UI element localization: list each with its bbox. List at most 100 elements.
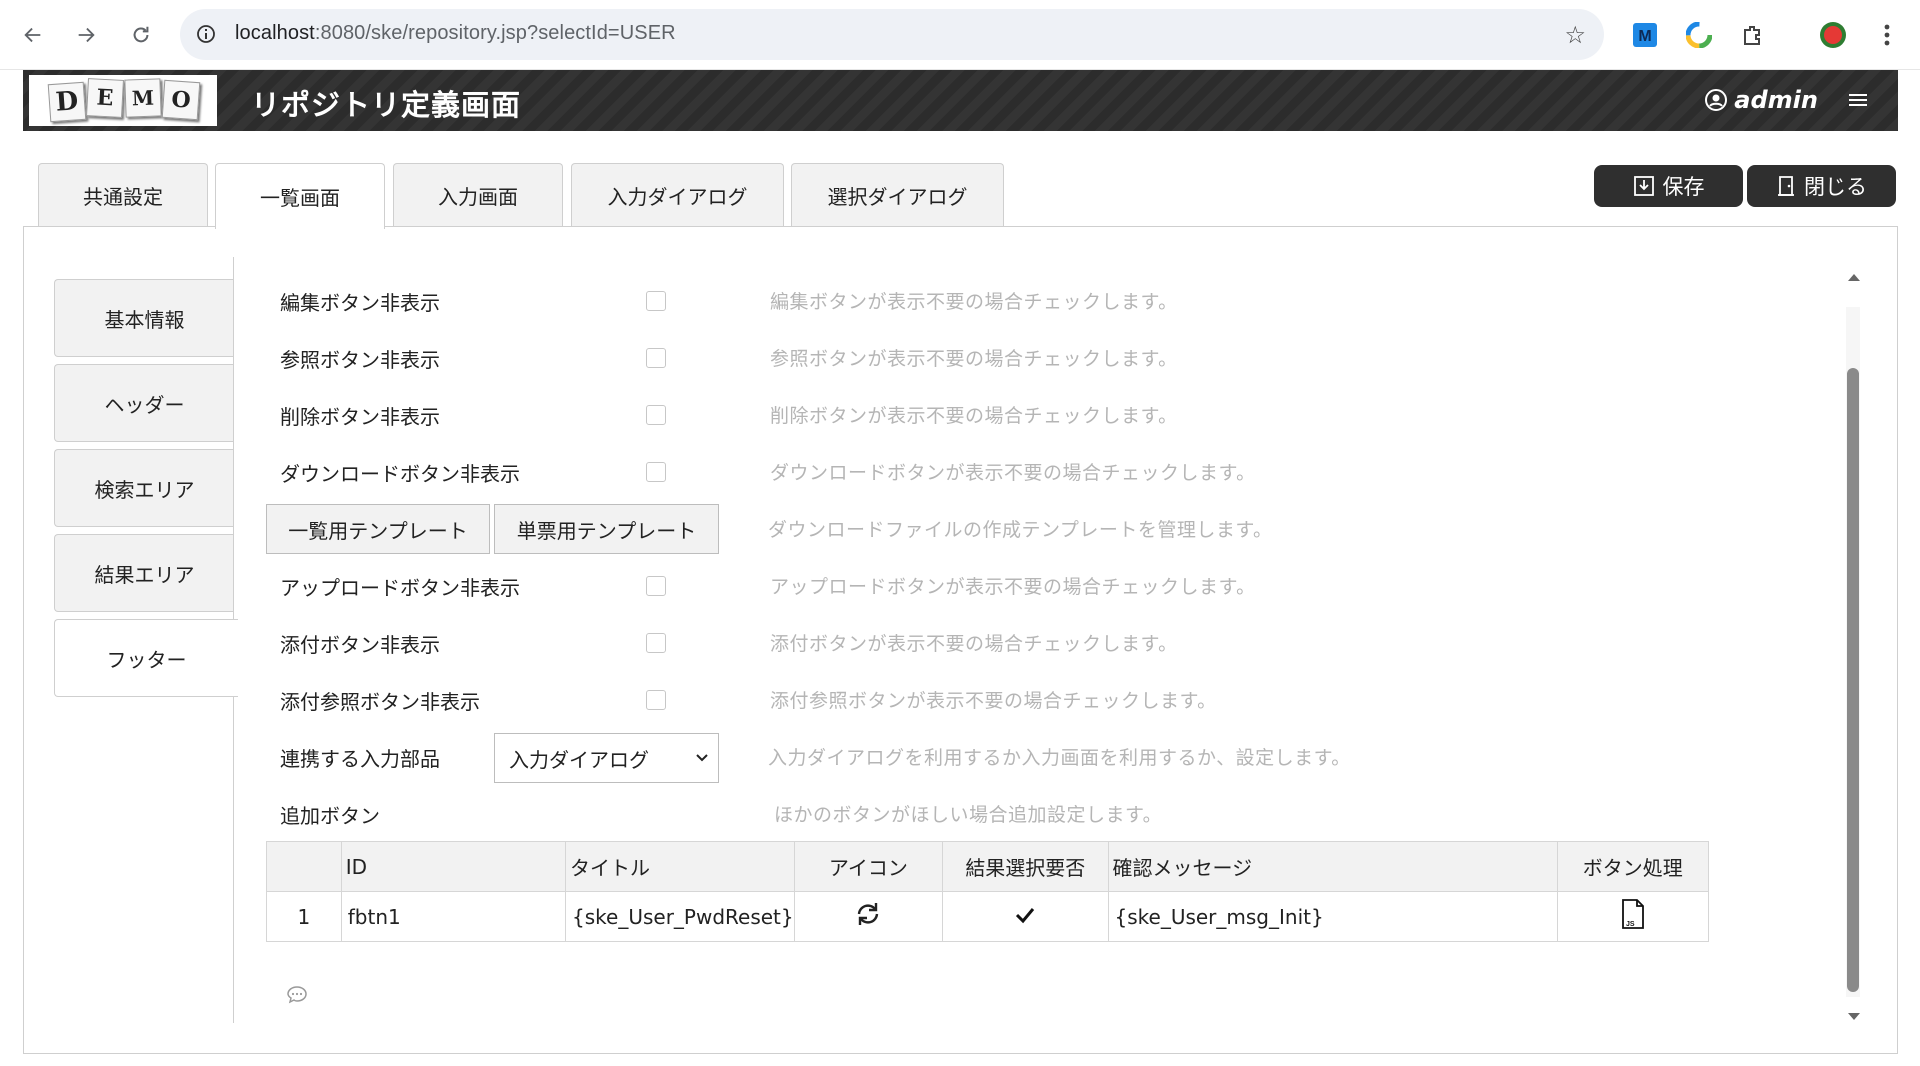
extension-color-icon[interactable] xyxy=(1684,20,1714,50)
svg-text:JS: JS xyxy=(1626,921,1635,928)
single-template-button[interactable]: 単票用テンプレート xyxy=(494,504,719,554)
tab-select-dialog[interactable]: 選択ダイアログ xyxy=(791,163,1004,227)
scrollbar-thumb[interactable] xyxy=(1847,368,1859,992)
demo-logo: D E M O xyxy=(29,75,217,126)
check-icon xyxy=(1016,907,1035,923)
templates-desc: ダウンロードファイルの作成テンプレートを管理します。 xyxy=(768,519,1273,541)
svg-text:M: M xyxy=(1638,28,1651,45)
attach-hide-checkbox[interactable] xyxy=(646,633,666,653)
cell-no: 1 xyxy=(266,891,342,942)
chevron-down-icon xyxy=(696,754,708,762)
edit-hide-desc: 編集ボタンが表示不要の場合チェックします。 xyxy=(770,291,1178,313)
attach-ref-hide-label: 添付参照ボタン非表示 xyxy=(280,690,480,714)
js-file-icon: JS xyxy=(1621,899,1644,929)
col-header-no xyxy=(266,841,342,892)
comment-icon[interactable] xyxy=(286,985,308,1005)
door-icon xyxy=(1778,176,1794,196)
side-tab-result-area[interactable]: 結果エリア xyxy=(54,534,234,612)
extensions-puzzle-icon[interactable] xyxy=(1738,20,1768,50)
add-button-label: 追加ボタン xyxy=(280,804,380,828)
app-header: D E M O リポジトリ定義画面 admin xyxy=(23,70,1898,131)
browser-toolbar: localhost:8080/ske/repository.jsp?select… xyxy=(0,0,1920,70)
back-icon[interactable] xyxy=(15,17,51,53)
logo-tile-d: D xyxy=(47,81,87,123)
cell-confirm-message[interactable]: {ske_User_msg_Init} xyxy=(1107,891,1558,942)
input-part-value: 入力ダイアログ xyxy=(509,747,649,772)
scroll-up-icon[interactable] xyxy=(1847,267,1861,286)
ref-hide-desc: 参照ボタンが表示不要の場合チェックします。 xyxy=(770,348,1178,370)
add-button-desc: ほかのボタンがほしい場合追加設定します。 xyxy=(774,804,1163,826)
tab-input[interactable]: 入力画面 xyxy=(393,163,563,227)
page-title: リポジトリ定義画面 xyxy=(251,88,522,122)
address-bar[interactable]: localhost:8080/ske/repository.jsp?select… xyxy=(180,9,1604,60)
save-label: 保存 xyxy=(1662,175,1705,199)
side-tab-header[interactable]: ヘッダー xyxy=(54,364,234,442)
input-part-label: 連携する入力部品 xyxy=(280,747,440,771)
ref-hide-label: 参照ボタン非表示 xyxy=(280,348,440,372)
table-row[interactable]: 1 fbtn1 {ske_User_PwdReset} {ske_User_ms… xyxy=(266,891,1709,942)
tab-list[interactable]: 一覧画面 xyxy=(215,163,385,229)
url-host: localhost xyxy=(235,22,315,44)
forward-icon[interactable] xyxy=(68,17,104,53)
attach-ref-hide-desc: 添付参照ボタンが表示不要の場合チェックします。 xyxy=(770,690,1217,712)
profile-avatar-icon[interactable] xyxy=(1818,20,1848,50)
col-header-title: タイトル xyxy=(565,841,795,892)
del-hide-label: 削除ボタン非表示 xyxy=(280,405,440,429)
save-button[interactable]: 保存 xyxy=(1594,165,1743,207)
scroll-down-icon[interactable] xyxy=(1847,1007,1861,1026)
ref-hide-checkbox[interactable] xyxy=(646,348,666,368)
cell-title[interactable]: {ske_User_PwdReset} xyxy=(565,891,795,942)
site-info-icon[interactable] xyxy=(194,22,218,46)
save-icon xyxy=(1633,176,1654,196)
input-part-desc: 入力ダイアログを利用するか入力画面を利用するか、設定します。 xyxy=(768,747,1351,769)
cell-icon[interactable] xyxy=(793,891,944,942)
side-tab-basic-info[interactable]: 基本情報 xyxy=(54,279,234,357)
attach-hide-label: 添付ボタン非表示 xyxy=(280,633,440,657)
additional-buttons-table: ID タイトル アイコン 結果選択要否 確認メッセージ ボタン処理 1 fbtn… xyxy=(266,841,1709,942)
col-header-button-action: ボタン処理 xyxy=(1556,841,1709,892)
download-hide-desc: ダウンロードボタンが表示不要の場合チェックします。 xyxy=(770,462,1256,484)
tab-input-dialog[interactable]: 入力ダイアログ xyxy=(571,163,784,227)
cell-id[interactable]: fbtn1 xyxy=(340,891,567,942)
upload-hide-checkbox[interactable] xyxy=(646,576,666,596)
cell-button-action[interactable]: JS xyxy=(1556,891,1709,942)
download-hide-label: ダウンロードボタン非表示 xyxy=(280,462,520,486)
del-hide-checkbox[interactable] xyxy=(646,405,666,425)
bookmark-star-icon[interactable]: ☆ xyxy=(1564,21,1586,49)
user-menu[interactable]: admin xyxy=(1704,86,1818,114)
url-text: localhost:8080/ske/repository.jsp?select… xyxy=(235,22,676,45)
logo-tile-o: O xyxy=(161,79,201,121)
edit-hide-checkbox[interactable] xyxy=(646,291,666,311)
input-part-select[interactable]: 入力ダイアログ xyxy=(494,733,719,783)
hamburger-icon[interactable] xyxy=(1848,90,1868,110)
refresh-icon xyxy=(858,903,879,925)
edit-hide-label: 編集ボタン非表示 xyxy=(280,291,440,315)
user-name: admin xyxy=(1734,86,1818,114)
table-header-row: ID タイトル アイコン 結果選択要否 確認メッセージ ボタン処理 xyxy=(266,841,1709,892)
col-header-result-select: 結果選択要否 xyxy=(942,841,1109,892)
reload-icon[interactable] xyxy=(123,17,159,53)
upload-hide-label: アップロードボタン非表示 xyxy=(280,576,520,600)
user-icon xyxy=(1705,89,1728,111)
upload-hide-desc: アップロードボタンが表示不要の場合チェックします。 xyxy=(770,576,1256,598)
side-tab-search-area[interactable]: 検索エリア xyxy=(54,449,234,527)
del-hide-desc: 削除ボタンが表示不要の場合チェックします。 xyxy=(770,405,1178,427)
url-path: :8080/ske/repository.jsp?selectId=USER xyxy=(314,22,676,44)
attach-ref-hide-checkbox[interactable] xyxy=(646,690,666,710)
logo-tile-e: E xyxy=(86,78,124,118)
list-template-button[interactable]: 一覧用テンプレート xyxy=(266,504,490,554)
col-header-icon: アイコン xyxy=(793,841,944,892)
attach-hide-desc: 添付ボタンが表示不要の場合チェックします。 xyxy=(770,633,1178,655)
tab-common[interactable]: 共通設定 xyxy=(38,163,208,227)
col-header-id: ID xyxy=(340,841,567,892)
cell-result-select[interactable] xyxy=(942,891,1109,942)
close-button[interactable]: 閉じる xyxy=(1747,165,1896,207)
extension-m-icon[interactable]: M xyxy=(1630,20,1660,50)
browser-menu-icon[interactable] xyxy=(1872,20,1902,50)
download-hide-checkbox[interactable] xyxy=(646,462,666,482)
close-label: 閉じる xyxy=(1804,175,1867,199)
logo-tile-m: M xyxy=(124,78,162,118)
col-header-confirm-message: 確認メッセージ xyxy=(1107,841,1558,892)
side-tab-footer[interactable]: フッター xyxy=(54,619,238,697)
main-panel: 基本情報 ヘッダー 検索エリア 結果エリア フッター 編集ボタン非表示 編集ボタ… xyxy=(23,226,1898,1054)
